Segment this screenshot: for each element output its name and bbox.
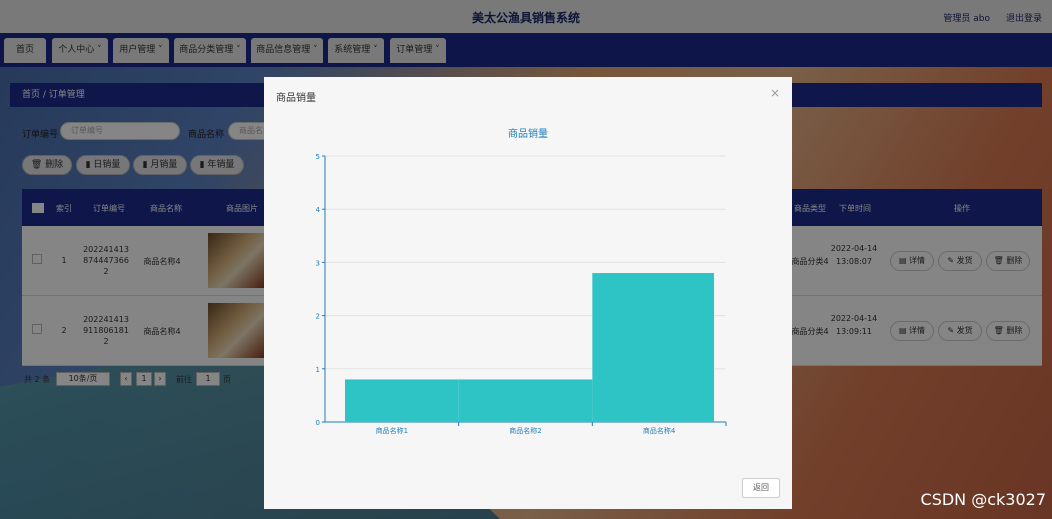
bar xyxy=(592,273,714,422)
y-tick-label: 1 xyxy=(316,366,320,374)
y-tick-label: 4 xyxy=(316,206,321,214)
y-tick-label: 0 xyxy=(316,419,320,427)
chart-title: 商品销量 xyxy=(508,129,548,140)
y-tick-label: 2 xyxy=(316,313,320,321)
return-button[interactable]: 返回 xyxy=(742,478,780,498)
sales-bar-chart: 0 1 2 3 4 5 商品名称1 商品名称2 商品名称4 xyxy=(316,153,727,435)
watermark: CSDN @ck3027 xyxy=(920,490,1046,509)
y-tick-label: 5 xyxy=(316,153,320,161)
x-tick-label: 商品名称1 xyxy=(376,426,408,435)
modal-title: 商品销量 xyxy=(276,93,316,104)
bar xyxy=(345,379,459,422)
bar xyxy=(458,379,593,422)
x-tick-label: 商品名称2 xyxy=(509,426,541,435)
close-icon[interactable]: × xyxy=(770,86,780,100)
y-tick-label: 3 xyxy=(316,259,320,267)
x-tick-label: 商品名称4 xyxy=(643,426,676,435)
sales-modal: 商品销量 × 商品销量 0 1 2 3 4 5 商品名称1 商品名称2 商品名称4 返回 xyxy=(264,77,792,509)
